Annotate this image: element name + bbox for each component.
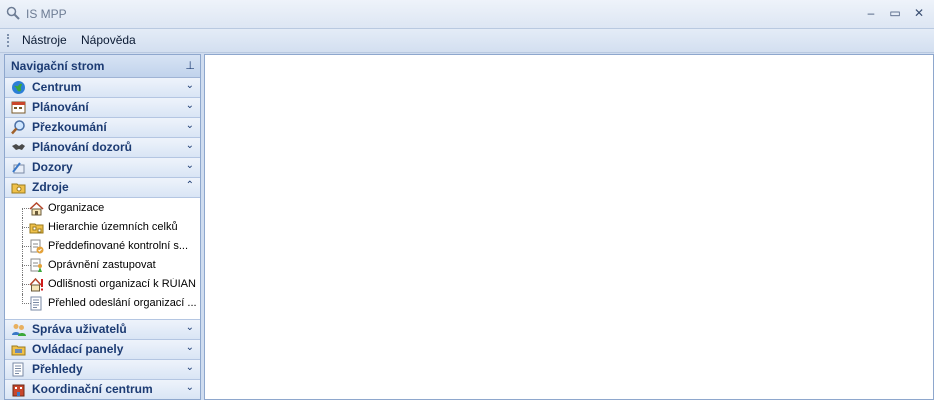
toolbar-grip[interactable] (7, 34, 11, 47)
pen-icon (12, 162, 25, 174)
chevron-down-icon[interactable]: ⌄ (186, 140, 194, 151)
users-icon (12, 324, 26, 336)
group-zdroje[interactable]: Zdroje ⌃ (5, 178, 200, 198)
group-centrum[interactable]: Centrum ⌄ (5, 78, 200, 98)
globe-icon (12, 81, 25, 94)
chevron-down-icon[interactable]: ⌄ (186, 160, 194, 171)
tree-item-organizace[interactable]: Organizace (5, 199, 200, 218)
magnifier-icon (11, 120, 25, 135)
chevron-down-icon[interactable]: ⌄ (186, 120, 194, 131)
minimize-button[interactable]: – (862, 5, 880, 21)
chevron-up-icon[interactable]: ⌃ (186, 180, 194, 191)
house-warning-icon (29, 277, 43, 292)
control-panel-icon (11, 345, 26, 356)
group-label: Přehledy (32, 362, 83, 376)
group-label: Přezkoumání (32, 120, 107, 134)
house-icon (29, 201, 44, 216)
tree-item-prehled-odeslani[interactable]: Přehled odeslání organizací ... (5, 294, 200, 313)
group-sprava-uzivatelu[interactable]: Správa uživatelů ⌄ (5, 320, 200, 340)
building-icon (12, 384, 25, 397)
tree-item-label: Předdefinované kontrolní s... (48, 240, 189, 252)
tree-item-odlisnosti[interactable]: Odlišnosti organizací k RÚIAN (5, 275, 200, 294)
title-bar: IS MPP – ▭ ✕ (0, 0, 934, 29)
tree-item-preddefinovane[interactable]: Předdefinované kontrolní s... (5, 237, 200, 256)
group-ovladaci-panely[interactable]: Ovládací panely ⌄ (5, 340, 200, 360)
magnifier-app-icon (6, 6, 20, 20)
pin-icon[interactable]: ⊥ (185, 59, 195, 72)
group-label: Ovládací panely (32, 342, 124, 356)
authorization-icon (30, 258, 42, 272)
chevron-down-icon[interactable]: ⌄ (186, 342, 194, 353)
menu-napoveda[interactable]: Nápověda (81, 33, 136, 47)
group-label: Plánování (32, 100, 89, 114)
tree-item-label: Odlišnosti organizací k RÚIAN (48, 278, 196, 290)
tree-item-opravneni[interactable]: Oprávnění zastupovat (5, 256, 200, 275)
chevron-down-icon[interactable]: ⌄ (186, 322, 194, 333)
checklist-icon (30, 239, 44, 254)
group-prezkoumani[interactable]: Přezkoumání ⌄ (5, 118, 200, 138)
window-title: IS MPP (26, 7, 67, 21)
group-prehledy[interactable]: Přehledy ⌄ (5, 360, 200, 380)
document-icon (30, 296, 42, 311)
group-planovani-dozoru[interactable]: Plánování dozorů ⌄ (5, 138, 200, 158)
group-dozory[interactable]: Dozory ⌄ (5, 158, 200, 178)
main-content-area (204, 54, 934, 400)
zdroje-items: Organizace Hierarchie územních celků Pře… (5, 198, 200, 320)
group-koordinacni-centrum[interactable]: Koordinační centrum ⌄ (5, 380, 200, 399)
folder-tree-icon (29, 223, 44, 234)
calendar-icon (11, 101, 26, 114)
navigation-tree: Navigační strom ⊥ Centrum ⌄ Plánování ⌄ … (4, 54, 201, 400)
report-icon (12, 362, 24, 377)
group-label: Koordinační centrum (32, 382, 153, 396)
group-label: Správa uživatelů (32, 322, 127, 336)
folder-icon (11, 183, 26, 194)
group-planovani[interactable]: Plánování ⌄ (5, 98, 200, 118)
chevron-down-icon[interactable]: ⌄ (186, 382, 194, 393)
tree-item-label: Oprávnění zastupovat (48, 259, 156, 271)
chevron-down-icon[interactable]: ⌄ (186, 80, 194, 91)
close-button[interactable]: ✕ (910, 5, 928, 21)
group-label: Dozory (32, 160, 73, 174)
menu-bar: Nástroje Nápověda (0, 29, 934, 53)
group-label: Centrum (32, 80, 82, 94)
chevron-down-icon[interactable]: ⌄ (186, 362, 194, 373)
tree-item-label: Organizace (48, 202, 105, 214)
maximize-button[interactable]: ▭ (886, 5, 904, 21)
navigation-tree-header: Navigační strom ⊥ (5, 55, 200, 78)
group-label: Plánování dozorů (32, 140, 133, 154)
chevron-down-icon[interactable]: ⌄ (186, 100, 194, 111)
tree-item-label: Přehled odeslání organizací ... (48, 297, 197, 309)
handshake-icon (12, 144, 25, 150)
group-label: Zdroje (32, 180, 69, 194)
tree-item-hierarchie[interactable]: Hierarchie územních celků (5, 218, 200, 237)
menu-nastroje[interactable]: Nástroje (22, 33, 67, 47)
tree-item-label: Hierarchie územních celků (48, 221, 178, 233)
navigation-tree-title: Navigační strom (11, 59, 105, 73)
